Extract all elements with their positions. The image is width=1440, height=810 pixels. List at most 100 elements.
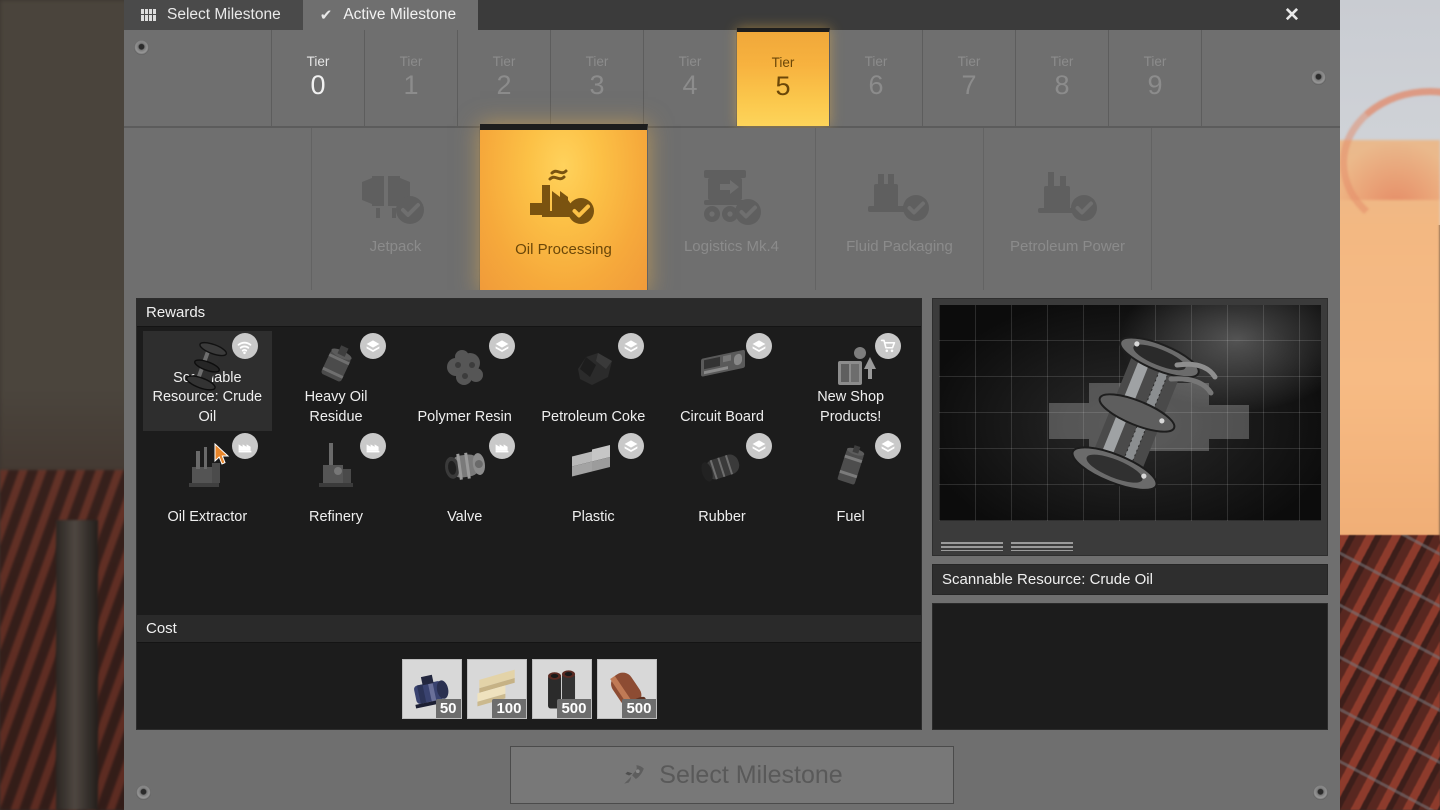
cost-item[interactable]: 500 [531, 659, 592, 719]
conveyor-icon [690, 164, 774, 226]
screw-icon [136, 785, 151, 800]
tier-number: 9 [1147, 69, 1163, 100]
tier-item-7[interactable]: Tier 7 [923, 30, 1016, 126]
building-icon [360, 433, 387, 459]
item-icon [617, 333, 644, 359]
reward-label: Plastic [571, 508, 615, 525]
preview-panel: Scannable Resource: Crude Oil [932, 298, 1328, 730]
generator-icon [1026, 164, 1110, 226]
background-pillar [56, 520, 98, 810]
cost-quantity: 50 [435, 699, 461, 718]
grid-icon [141, 9, 156, 21]
milestone-window: Select Milestone ✔ Active Milestone ✕ Ti… [124, 0, 1340, 810]
milestone-label: Jetpack [369, 237, 422, 255]
tier-item-0[interactable]: Tier 0 [272, 30, 365, 126]
reward-label: Heavy Oil Residue [304, 389, 368, 425]
tier-item-4[interactable]: Tier 4 [644, 30, 737, 126]
reward-thumbnail [434, 339, 496, 393]
reward-label: Rubber [698, 508, 746, 525]
screw-icon [1313, 785, 1328, 800]
item-icon [875, 433, 901, 459]
milestone-item-oil-processing[interactable]: Oil Processing [480, 124, 648, 294]
viewport-scale-bars [941, 542, 1073, 551]
reward-thumbnail [691, 339, 753, 393]
reward-thumbnail [562, 339, 624, 393]
tab-active-milestone[interactable]: ✔ Active Milestone [302, 0, 479, 30]
reward-item[interactable]: Polymer Resin [400, 331, 529, 431]
packager-icon [858, 164, 942, 226]
reward-item[interactable]: Refinery [272, 431, 401, 531]
milestone-left-pad [124, 128, 312, 290]
reward-thumbnail [305, 439, 367, 493]
scanner-icon [231, 333, 258, 359]
cost-quantity: 500 [622, 699, 656, 718]
reward-label: Refinery [308, 508, 363, 525]
reward-thumbnail [691, 439, 753, 493]
model-viewport[interactable] [939, 305, 1321, 521]
tier-number: 2 [496, 69, 512, 100]
milestone-item-petroleum-power[interactable]: Petroleum Power [984, 128, 1152, 290]
building-icon [489, 433, 515, 459]
tier-item-2[interactable]: Tier 2 [458, 30, 551, 126]
building-icon [231, 433, 258, 459]
preview-title: Scannable Resource: Crude Oil [932, 564, 1328, 595]
item-icon [617, 433, 644, 459]
close-icon[interactable]: ✕ [1244, 0, 1340, 30]
reward-item[interactable]: New Shop Products! [786, 331, 915, 431]
item-icon [746, 433, 773, 459]
item-icon [746, 333, 773, 359]
reward-thumbnail [176, 339, 238, 393]
tier-item-8[interactable]: Tier 8 [1016, 30, 1109, 126]
tier-left-pad [124, 30, 272, 126]
rewards-header: Rewards [137, 299, 921, 327]
reward-label: Fuel [836, 508, 865, 525]
cost-header: Cost [137, 615, 921, 643]
reward-item[interactable]: Scannable Resource: Crude Oil [143, 331, 272, 431]
reward-item[interactable]: Heavy Oil Residue [272, 331, 401, 431]
cost-item[interactable]: 50 [401, 659, 462, 719]
tier-item-6[interactable]: Tier 6 [830, 30, 923, 126]
oil-refinery-icon [522, 167, 606, 229]
reward-item[interactable]: Petroleum Coke [529, 331, 658, 431]
reward-label: Valve [447, 508, 483, 525]
reward-thumbnail [562, 439, 624, 493]
reward-label: Oil Extractor [167, 508, 248, 525]
rewards-cost-panel: Rewards Scannable Resource: Crude Oil Hea… [136, 298, 922, 730]
reward-thumbnail [305, 339, 367, 393]
tab-select-milestone[interactable]: Select Milestone [124, 0, 303, 30]
reward-item[interactable]: Valve [400, 431, 529, 531]
reward-item[interactable]: Circuit Board [658, 331, 787, 431]
tabbar-spacer [478, 0, 1244, 30]
reward-thumbnail [820, 439, 882, 493]
milestone-label: Petroleum Power [1009, 237, 1126, 255]
reward-item[interactable]: Oil Extractor [143, 431, 272, 531]
tier-label: Tier [957, 54, 981, 70]
tier-number: 1 [403, 69, 419, 100]
reward-item[interactable]: Fuel [786, 431, 915, 531]
tier-label: Tier [678, 54, 702, 70]
tier-item-9[interactable]: Tier 9 [1109, 30, 1202, 126]
select-milestone-button[interactable]: Select Milestone [510, 746, 954, 804]
milestone-item-fluid-packaging[interactable]: Fluid Packaging [816, 128, 984, 290]
tier-item-5[interactable]: Tier 5 [737, 28, 830, 126]
tier-number: 0 [310, 69, 326, 100]
screw-icon [134, 40, 149, 55]
cost-quantity: 100 [492, 699, 526, 718]
tier-number: 7 [961, 69, 977, 100]
milestone-item-jetpack[interactable]: Jetpack [312, 128, 480, 290]
tier-label: Tier [399, 54, 423, 70]
tier-item-3[interactable]: Tier 3 [551, 30, 644, 126]
cost-item[interactable]: 100 [466, 659, 527, 719]
reward-item[interactable]: Rubber [658, 431, 787, 531]
check-icon: ✔ [319, 6, 333, 24]
milestone-item-logistics-mk-4[interactable]: Logistics Mk.4 [648, 128, 816, 290]
tier-number: 4 [682, 69, 698, 100]
milestone-right-pad [1152, 128, 1340, 290]
cost-row: 50 100 500 500 [137, 649, 921, 729]
reward-thumbnail [820, 339, 882, 393]
tier-item-1[interactable]: Tier 1 [365, 30, 458, 126]
tier-number: 3 [589, 69, 605, 100]
reward-item[interactable]: Plastic [529, 431, 658, 531]
model-preview[interactable] [932, 298, 1328, 556]
cost-item[interactable]: 500 [596, 659, 657, 719]
